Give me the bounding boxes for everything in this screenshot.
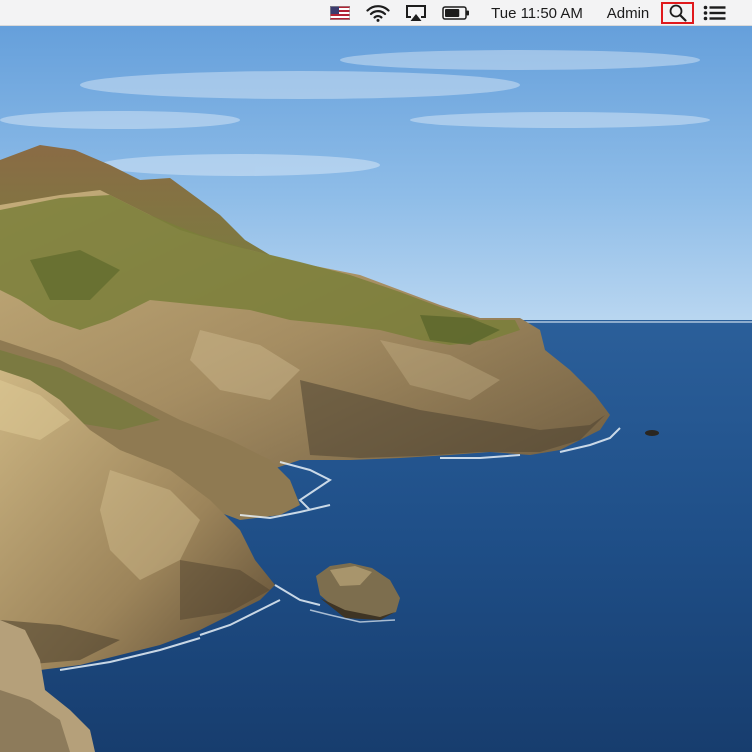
us-flag-icon xyxy=(330,6,350,20)
battery-icon xyxy=(442,6,469,20)
clock-text: Tue 11:50 AM xyxy=(491,4,583,22)
notification-center-button[interactable] xyxy=(701,0,729,26)
user-name: Admin xyxy=(606,4,650,22)
desktop-wallpaper xyxy=(0,0,752,752)
list-icon xyxy=(703,5,726,21)
airplay-menu[interactable] xyxy=(403,0,429,26)
user-menu[interactable]: Admin xyxy=(600,0,656,26)
menu-bar: Tue 11:50 AM Admin xyxy=(0,0,752,26)
spotlight-highlight-box xyxy=(661,2,694,24)
battery-menu[interactable] xyxy=(441,0,471,26)
desktop: Tue 11:50 AM Admin xyxy=(0,0,752,752)
wifi-icon xyxy=(366,5,390,22)
input-source-menu[interactable] xyxy=(329,0,351,26)
clock-menu[interactable]: Tue 11:50 AM xyxy=(484,0,590,26)
airplay-icon xyxy=(406,5,426,21)
wifi-menu[interactable] xyxy=(364,0,392,26)
